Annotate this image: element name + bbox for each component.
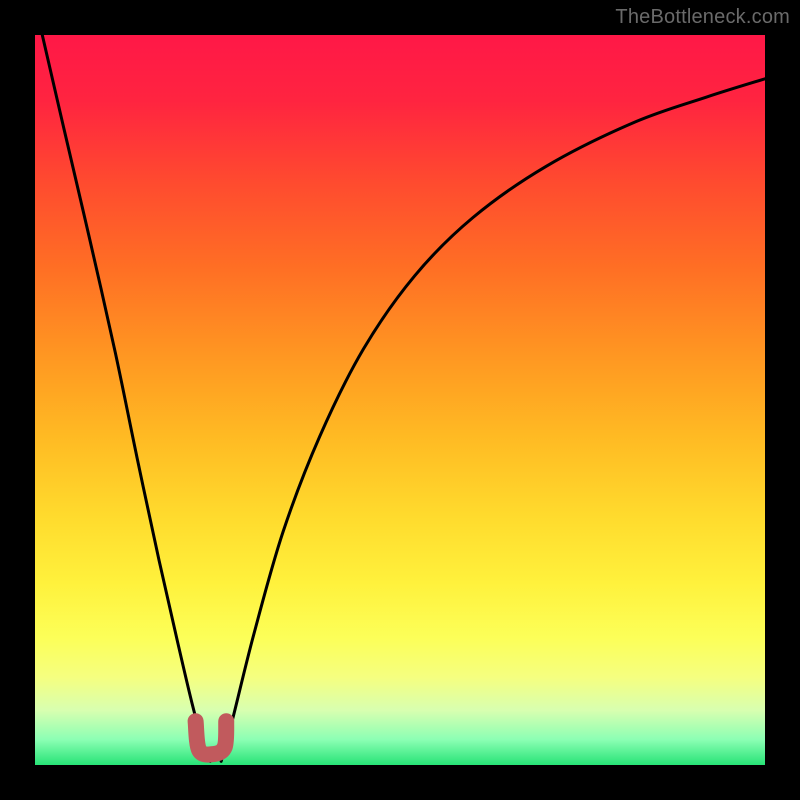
- watermark-text: TheBottleneck.com: [615, 6, 790, 29]
- chart-background-gradient: [35, 35, 765, 765]
- chart-plot: [35, 35, 765, 765]
- chart-outer-frame: TheBottleneck.com: [0, 0, 800, 800]
